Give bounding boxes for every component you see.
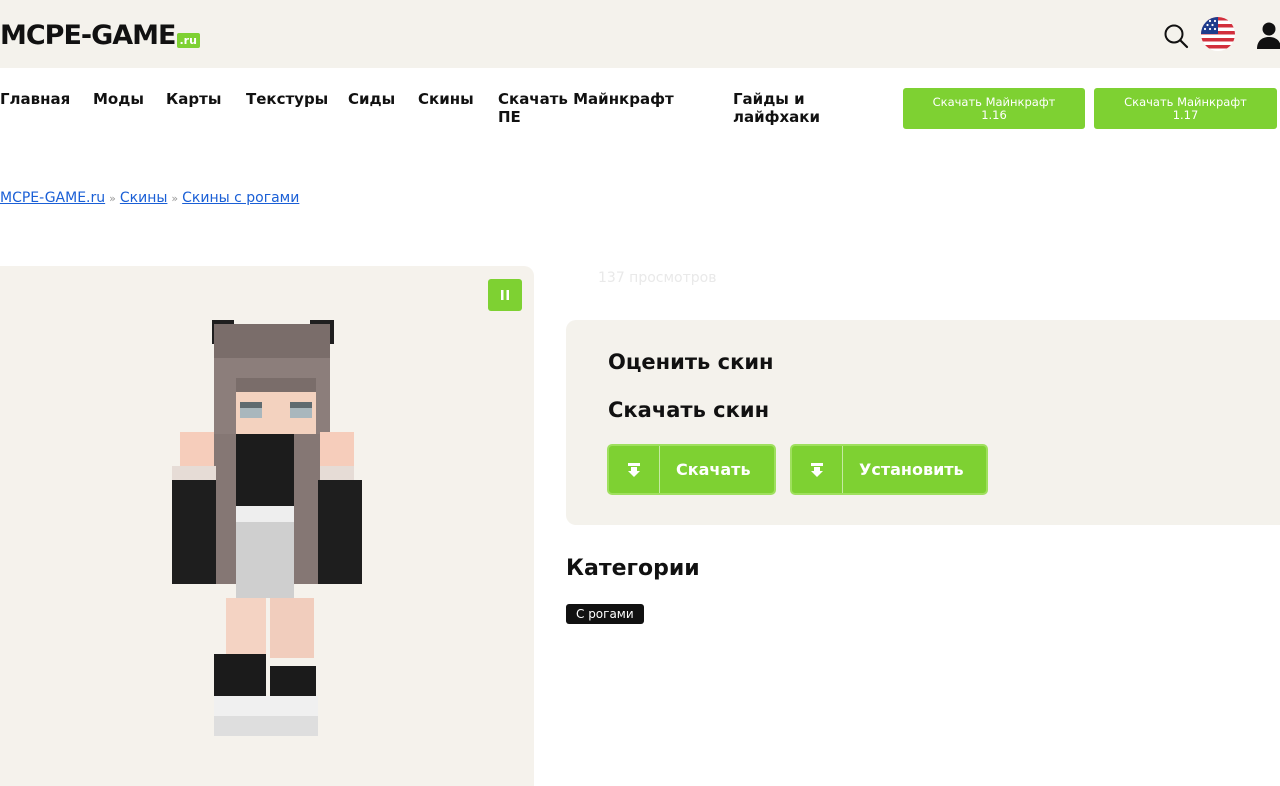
site-logo[interactable]: MCPE-GAME .ru	[0, 19, 200, 51]
install-skin-label: Установить	[859, 460, 964, 479]
nav-maps[interactable]: Карты	[166, 90, 221, 108]
skin-model-image	[172, 320, 362, 736]
download-skin-button[interactable]: Скачать	[607, 444, 776, 495]
download-skin-label: Скачать	[676, 460, 751, 479]
nav-skins[interactable]: Скины	[418, 90, 474, 108]
us-flag-icon[interactable]	[1200, 16, 1236, 52]
breadcrumb-home-link[interactable]: MCPE-GAME.ru	[0, 190, 105, 206]
rate-skin-heading: Оценить скин	[608, 350, 774, 374]
user-icon[interactable]	[1254, 20, 1280, 50]
download-minecraft-1-16-button[interactable]: Скачать Майнкрафт 1.16	[903, 88, 1085, 129]
nav-seeds[interactable]: Сиды	[348, 90, 395, 108]
pause-animation-button[interactable]	[488, 279, 522, 311]
categories-heading: Категории	[566, 556, 700, 581]
nav-download-mcpe-line1: Скачать Майнкрафт	[498, 90, 674, 108]
download-icon	[811, 462, 823, 477]
breadcrumb-separator: »	[109, 192, 116, 205]
breadcrumb: MCPE-GAME.ru» Скины» Скины с рогами	[0, 190, 299, 206]
top-bar: MCPE-GAME .ru	[0, 0, 1280, 68]
nav-home[interactable]: Главная	[0, 90, 70, 108]
nav-download-mcpe-line2: ПЕ	[498, 108, 521, 126]
download-1-16-line2: 1.16	[981, 107, 1007, 122]
download-1-17-line2: 1.17	[1172, 107, 1199, 122]
breadcrumb-separator: »	[171, 192, 179, 205]
download-minecraft-1-17-button[interactable]: Скачать Майнкрафт 1.17	[1094, 88, 1277, 129]
logo-text: MCPE-GAME	[0, 20, 176, 51]
logo-suffix: .ru	[176, 33, 200, 48]
breadcrumb-horned-skins-link[interactable]: Скины с рогами	[182, 190, 299, 206]
view-count: 137 просмотров	[598, 270, 717, 286]
pause-icon	[501, 290, 509, 300]
nav-guides-line2: лайфхаки	[733, 108, 820, 126]
download-icon	[628, 462, 640, 477]
nav-textures[interactable]: Текстуры	[246, 90, 328, 108]
nav-mods[interactable]: Моды	[93, 90, 144, 108]
search-icon[interactable]	[1162, 22, 1190, 50]
download-1-16-line1: Скачать Майнкрафт	[932, 94, 1056, 109]
breadcrumb-skins-link[interactable]: Скины	[120, 190, 168, 206]
category-tag[interactable]: С рогами	[566, 604, 644, 624]
nav-guides-line1: Гайды и	[733, 90, 805, 108]
install-skin-button[interactable]: Установить	[790, 444, 988, 495]
download-1-17-line1: Скачать Майнкрафт	[1124, 94, 1247, 109]
download-skin-heading: Скачать скин	[608, 398, 770, 422]
nav-guides[interactable]: Гайды и лайфхаки	[733, 90, 820, 126]
nav-download-mcpe[interactable]: Скачать Майнкрафт ПЕ	[498, 90, 674, 126]
